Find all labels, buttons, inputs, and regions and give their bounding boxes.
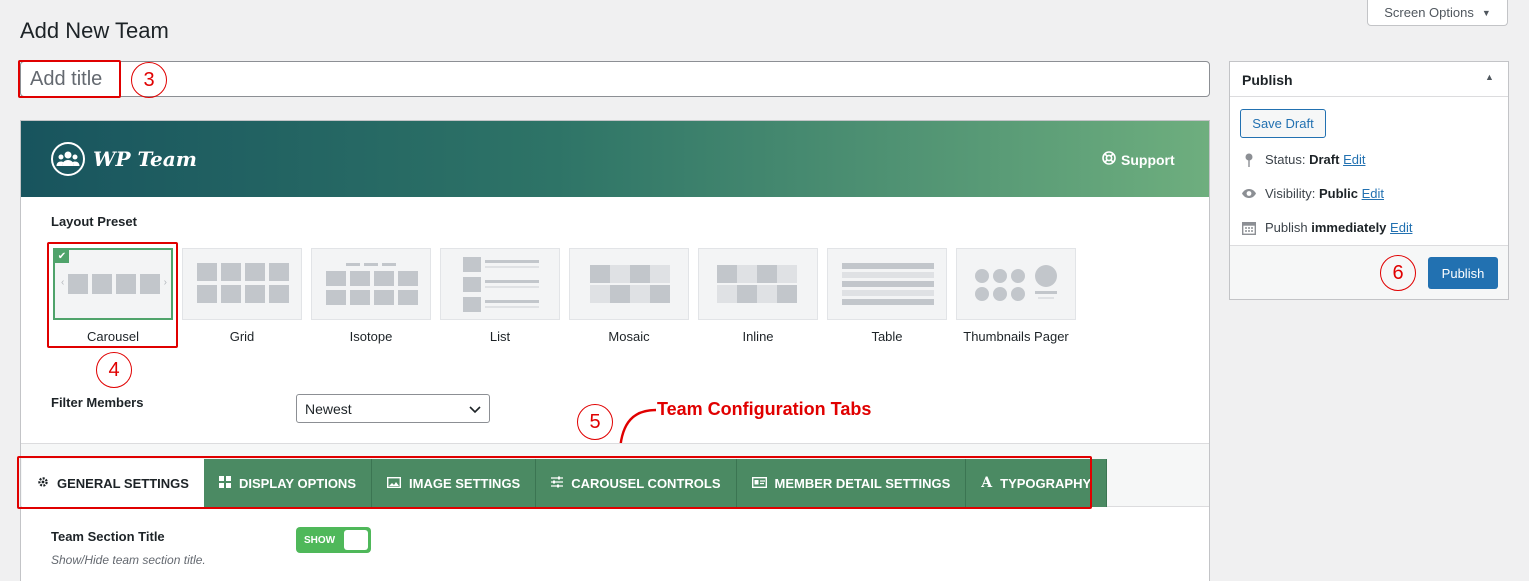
- preset-mosaic[interactable]: [569, 248, 689, 320]
- preset-isotope[interactable]: [311, 248, 431, 320]
- preset-label-table: Table: [871, 329, 903, 344]
- team-section-title-label: Team Section Title: [51, 529, 165, 544]
- toggle-knob: [344, 530, 368, 550]
- visibility-value: Public: [1318, 186, 1358, 201]
- preset-label-isotope: Isotope: [349, 329, 393, 344]
- team-section-title-description: Show/Hide team section title.: [51, 553, 206, 567]
- preset-inline[interactable]: [698, 248, 818, 320]
- schedule-label: Publish: [1265, 220, 1308, 235]
- layout-preset-label: Layout Preset: [51, 214, 137, 229]
- edit-status-link[interactable]: Edit: [1343, 152, 1365, 167]
- preset-label-list: List: [489, 329, 511, 344]
- preset-label-grid: Grid: [229, 329, 255, 344]
- annotation-caption: Team Configuration Tabs: [657, 399, 872, 419]
- annotation-marker-3: 3: [131, 62, 167, 98]
- annotation-box-tabs: [17, 456, 1092, 509]
- preset-label-mosaic: Mosaic: [608, 329, 650, 344]
- filter-members-select[interactable]: Newest: [296, 394, 490, 423]
- visibility-row: Visibility: Public Edit: [1241, 186, 1384, 201]
- screen-options-button[interactable]: Screen Options ▼: [1367, 0, 1508, 26]
- team-icon: [51, 142, 85, 176]
- lifebuoy-icon: [1102, 151, 1116, 168]
- preset-list[interactable]: [440, 248, 560, 320]
- support-link[interactable]: Support: [1102, 151, 1175, 168]
- status-label: Status:: [1265, 152, 1306, 167]
- logo-text: WP Team: [93, 147, 197, 171]
- annotation-box-title: [18, 60, 121, 98]
- chevron-down-icon: [469, 401, 481, 417]
- publish-schedule-row: Publish immediately Edit: [1241, 220, 1412, 235]
- collapse-toggle-icon[interactable]: ▲: [1485, 72, 1494, 82]
- preset-table[interactable]: [827, 248, 947, 320]
- calendar-icon: [1241, 221, 1257, 235]
- annotation-marker-6: 6: [1380, 255, 1416, 291]
- annotation-box-carousel: [47, 242, 178, 348]
- team-section-title-toggle[interactable]: SHOW: [296, 527, 371, 553]
- preset-grid[interactable]: [182, 248, 302, 320]
- screen-options-label: Screen Options: [1384, 5, 1474, 20]
- annotation-marker-4: 4: [96, 352, 132, 388]
- filter-members-label: Filter Members: [51, 395, 144, 410]
- eye-icon: [1241, 188, 1257, 199]
- preset-label-thumbnails-pager: Thumbnails Pager: [963, 329, 1069, 344]
- visibility-label: Visibility:: [1265, 186, 1316, 201]
- preset-thumbnails-pager[interactable]: [956, 248, 1076, 320]
- post-status-row: Status: Draft Edit: [1241, 152, 1365, 167]
- preset-label-inline: Inline: [742, 329, 774, 344]
- edit-visibility-link[interactable]: Edit: [1362, 186, 1384, 201]
- pin-icon: [1241, 153, 1257, 167]
- wp-team-banner: [21, 121, 1209, 197]
- title-input[interactable]: [20, 61, 1210, 97]
- save-draft-button[interactable]: Save Draft: [1240, 109, 1326, 138]
- status-value: Draft: [1309, 152, 1340, 167]
- publish-button[interactable]: Publish: [1428, 257, 1498, 289]
- schedule-value: immediately: [1311, 220, 1387, 235]
- page-title: Add New Team: [20, 18, 169, 43]
- toggle-label: SHOW: [304, 534, 336, 546]
- caret-down-icon: ▼: [1481, 7, 1491, 18]
- support-label: Support: [1121, 151, 1175, 168]
- filter-members-value: Newest: [305, 400, 352, 417]
- publish-title: Publish: [1230, 62, 1508, 97]
- wp-team-logo: WP Team: [51, 142, 197, 176]
- edit-schedule-link[interactable]: Edit: [1390, 220, 1412, 235]
